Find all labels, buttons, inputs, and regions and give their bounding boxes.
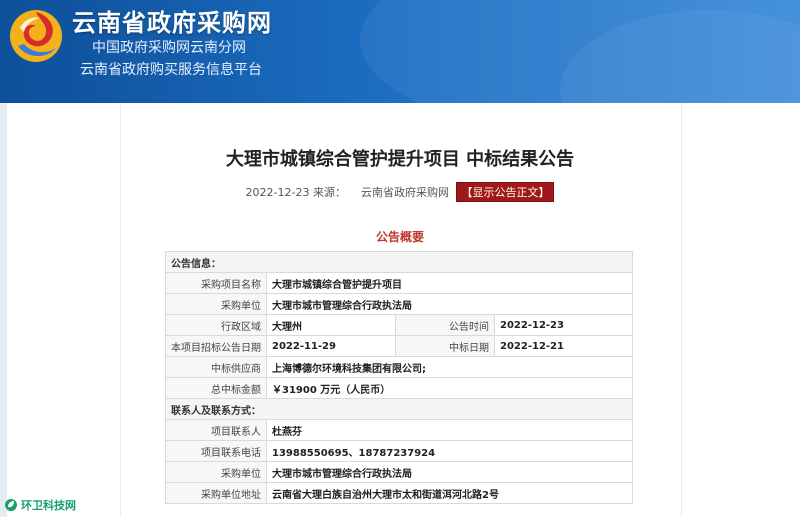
field-label: 本项目招标公告日期 bbox=[165, 335, 267, 357]
field-value: 云南省大理白族自治州大理市太和街道洱河北路2号 bbox=[266, 482, 633, 504]
field-label: 采购单位 bbox=[165, 461, 267, 483]
summary-heading: 公告概要 bbox=[375, 230, 424, 244]
field-label: 总中标金额 bbox=[165, 377, 267, 399]
table-row: 联系人及联系方式： bbox=[165, 398, 633, 420]
notice-title: 大理市城镇综合管护提升项目 中标结果公告 bbox=[225, 149, 575, 170]
field-label: 采购单位 bbox=[165, 293, 267, 315]
watermark-text: 环卫科技网 bbox=[21, 499, 76, 512]
field-label: 项目联系人 bbox=[165, 419, 267, 441]
field-label: 采购单位地址 bbox=[165, 482, 267, 504]
table-row: 项目联系电话 13988550695、18787237924 bbox=[165, 440, 633, 462]
table-row: 采购项目名称 大理市城镇综合管护提升项目 bbox=[165, 272, 633, 294]
field-value: 上海博德尔环境科技集团有限公司; bbox=[266, 356, 633, 378]
table-row: 本项目招标公告日期 2022-11-29 中标日期 2022-12-21 bbox=[165, 335, 633, 357]
leaf-icon bbox=[5, 499, 17, 511]
field-label: 中标日期 bbox=[395, 335, 495, 357]
field-value: 大理市城市管理综合行政执法局 bbox=[266, 461, 633, 483]
watermark: 环卫科技网 bbox=[4, 497, 76, 513]
table-row: 公告信息： bbox=[165, 251, 633, 273]
field-value: 2022-12-23 bbox=[494, 314, 633, 336]
field-value: ￥31900 万元（人民币） bbox=[266, 377, 633, 399]
field-value: 大理州 bbox=[266, 314, 396, 336]
source-label: 来源： bbox=[312, 186, 346, 199]
field-label: 行政区域 bbox=[165, 314, 267, 336]
table-row: 行政区域 大理州 公告时间 2022-12-23 bbox=[165, 314, 633, 336]
table-row: 采购单位 大理市城市管理综合行政执法局 bbox=[165, 461, 633, 483]
notice-summary-table: 公告信息： 采购项目名称 大理市城镇综合管护提升项目 采购单位 大理市城市管理综… bbox=[165, 251, 633, 504]
site-header: 云南省政府采购网 中国政府采购网云南分网 云南省政府购买服务信息平台 bbox=[0, 0, 800, 103]
field-value: 13988550695、18787237924 bbox=[266, 440, 633, 462]
source-name: 云南省政府采购网 bbox=[360, 186, 449, 199]
field-value: 大理市城镇综合管护提升项目 bbox=[266, 272, 633, 294]
field-value: 大理市城市管理综合行政执法局 bbox=[266, 293, 633, 315]
field-label: 项目联系电话 bbox=[165, 440, 267, 462]
site-title[interactable]: 云南省政府采购网 bbox=[72, 3, 272, 38]
section-header: 公告信息： bbox=[165, 251, 633, 273]
field-label: 中标供应商 bbox=[165, 356, 267, 378]
field-value: 杜燕芬 bbox=[266, 419, 633, 441]
table-row: 采购单位 大理市城市管理综合行政执法局 bbox=[165, 293, 633, 315]
field-value: 2022-11-29 bbox=[266, 335, 396, 357]
notice-meta: 2022-12-23 来源： 云南省政府采购网 【显示公告正文】 bbox=[0, 182, 800, 202]
field-value: 2022-12-21 bbox=[494, 335, 633, 357]
table-row: 中标供应商 上海博德尔环境科技集团有限公司; bbox=[165, 356, 633, 378]
site-subtitle: 中国政府采购网云南分网 bbox=[92, 40, 246, 56]
show-full-text-button[interactable]: 【显示公告正文】 bbox=[456, 182, 555, 202]
table-row: 采购单位地址 云南省大理白族自治州大理市太和街道洱河北路2号 bbox=[165, 482, 633, 504]
site-logo-icon[interactable] bbox=[6, 6, 66, 66]
table-row: 总中标金额 ￥31900 万元（人民币） bbox=[165, 377, 633, 399]
table-row: 项目联系人 杜燕芬 bbox=[165, 419, 633, 441]
section-header: 联系人及联系方式： bbox=[165, 398, 633, 420]
field-label: 公告时间 bbox=[395, 314, 495, 336]
field-label: 采购项目名称 bbox=[165, 272, 267, 294]
notice-date: 2022-12-23 bbox=[245, 186, 310, 199]
site-subtitle: 云南省政府购买服务信息平台 bbox=[80, 62, 262, 78]
